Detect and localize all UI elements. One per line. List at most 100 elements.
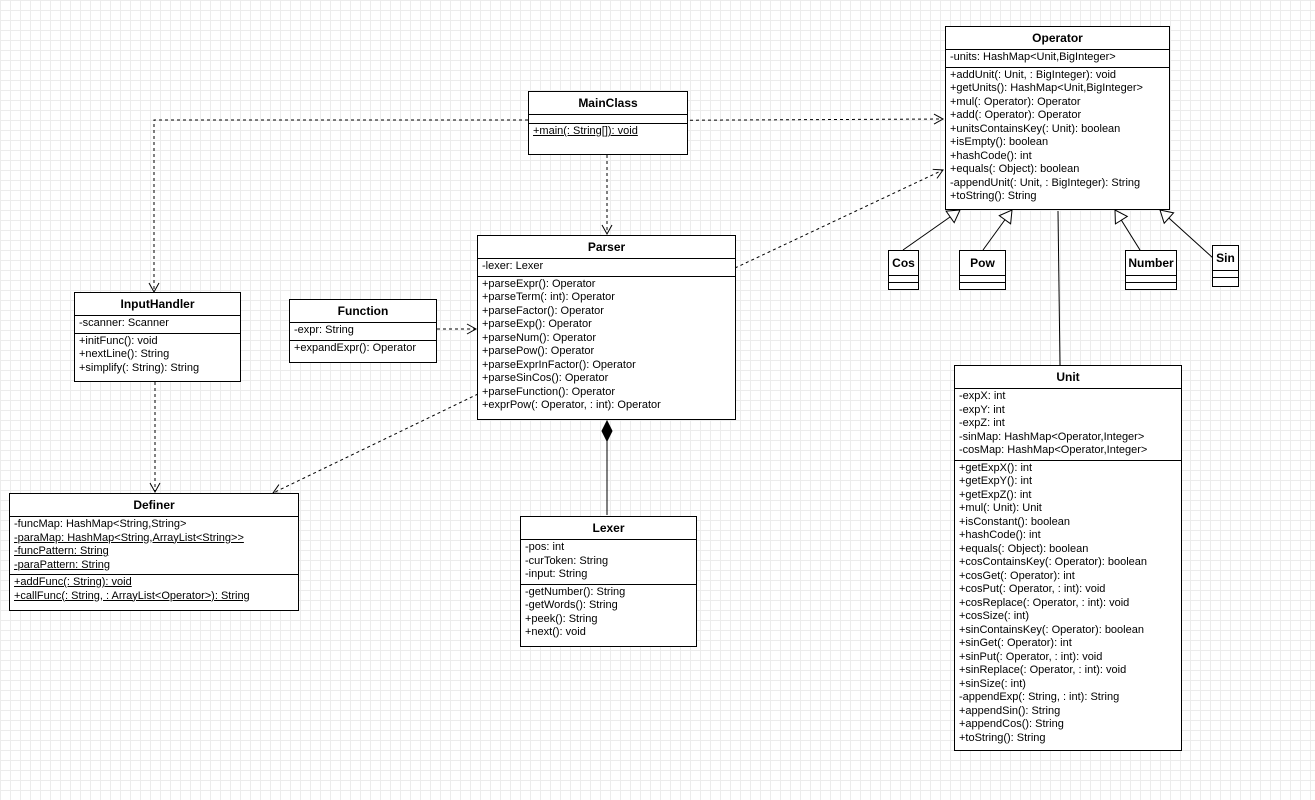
methods-section: -getNumber(): String -getWords(): String…	[521, 583, 696, 642]
method: +addFunc(: String): void	[14, 576, 132, 588]
method: +callFunc(: String, : ArrayList<Operator…	[14, 589, 250, 602]
method: +appendCos(): String	[959, 718, 1064, 730]
method: +hashCode(): int	[959, 529, 1041, 541]
attribute: -funcPattern: String	[14, 545, 109, 557]
attribute: -cosMap: HashMap<Operator,Integer>	[959, 444, 1148, 456]
attribute: -pos: int	[525, 541, 565, 553]
class-inputhandler[interactable]: InputHandler -scanner: Scanner +initFunc…	[74, 292, 241, 382]
method: +peek(): String	[525, 612, 598, 625]
method: +cosReplace(: Operator, : int): void	[959, 596, 1130, 609]
methods-section	[889, 282, 918, 289]
gen-number-operator	[1114, 209, 1141, 251]
attributes-section: -units: HashMap<Unit,BigInteger>	[946, 50, 1169, 67]
attribute: -expr: String	[294, 324, 354, 336]
methods-section: +getExpX(): int +getExpY(): int +getExpZ…	[955, 459, 1181, 748]
attribute: -curToken: String	[525, 554, 609, 567]
class-name: Number	[1126, 251, 1176, 276]
method: +cosGet(: Operator): int	[959, 569, 1075, 582]
attributes-section: -expX: int -expY: int -expZ: int -sinMap…	[955, 389, 1181, 460]
method: +sinPut(: Operator, : int): void	[959, 650, 1103, 663]
attribute: -expZ: int	[959, 417, 1005, 429]
method: +equals(: Object): boolean	[959, 542, 1089, 555]
attribute: -input: String	[525, 568, 588, 580]
method: +sinSize(: int)	[959, 677, 1026, 690]
method: +sinReplace(: Operator, : int): void	[959, 664, 1127, 676]
attribute: -units: HashMap<Unit,BigInteger>	[950, 51, 1116, 63]
class-sin[interactable]: Sin	[1212, 245, 1239, 287]
method: +sinGet(: Operator): int	[959, 637, 1072, 649]
method: +next(): void	[525, 626, 586, 638]
method: +getExpY(): int	[959, 475, 1033, 487]
attribute: -paraMap: HashMap<String,ArrayList<Strin…	[14, 531, 244, 544]
attribute: -funcMap: HashMap<String,String>	[14, 518, 187, 530]
method: +hashCode(): int	[950, 149, 1032, 162]
method: +unitsContainsKey(: Unit): boolean	[950, 122, 1121, 135]
class-name: Parser	[478, 236, 735, 259]
class-name: Operator	[946, 27, 1169, 50]
class-lexer[interactable]: Lexer -pos: int -curToken: String -input…	[520, 516, 697, 647]
method: -getWords(): String	[525, 599, 618, 611]
attributes-section: -funcMap: HashMap<String,String> -paraMa…	[10, 517, 298, 574]
method: +mul(: Unit): Unit	[959, 502, 1042, 514]
method: +getUnits(): HashMap<Unit,BigInteger>	[950, 82, 1143, 94]
attributes-section: -pos: int -curToken: String -input: Stri…	[521, 540, 696, 584]
attributes-section: -scanner: Scanner	[75, 316, 240, 333]
class-definer[interactable]: Definer -funcMap: HashMap<String,String>…	[9, 493, 299, 611]
method: +getExpX(): int	[959, 461, 1033, 474]
dep-mainclass-inputhandler	[148, 119, 528, 294]
method: +parseExpr(): Operator	[482, 277, 596, 290]
class-name: Function	[290, 300, 436, 323]
gen-pow-operator	[982, 209, 1013, 251]
method: +parseFactor(): Operator	[482, 304, 604, 317]
method: +parseExprInFactor(): Operator	[482, 358, 636, 371]
method: -appendUnit(: Unit, : BigInteger): Strin…	[950, 176, 1141, 189]
class-unit[interactable]: Unit -expX: int -expY: int -expZ: int -s…	[954, 365, 1182, 751]
class-name: Pow	[960, 251, 1005, 276]
method: +equals(: Object): boolean	[950, 163, 1080, 175]
methods-section: +initFunc(): void +nextLine(): String +s…	[75, 332, 240, 378]
class-operator[interactable]: Operator -units: HashMap<Unit,BigInteger…	[945, 26, 1170, 210]
method: +nextLine(): String	[79, 348, 170, 360]
methods-section: +main(: String[]): void	[529, 123, 687, 141]
method: +simplify(: String): String	[79, 361, 200, 374]
class-name: Lexer	[521, 517, 696, 540]
class-name: Unit	[955, 366, 1181, 389]
attribute: -scanner: Scanner	[79, 317, 169, 329]
method: +toString(): String	[950, 190, 1037, 202]
methods-section	[960, 282, 1005, 289]
method: +parseSinCos(): Operator	[482, 372, 609, 384]
method: +isConstant(): boolean	[959, 515, 1070, 528]
class-mainclass[interactable]: MainClass +main(: String[]): void	[528, 91, 688, 155]
class-name: Sin	[1213, 246, 1238, 271]
attribute: -expY: int	[959, 403, 1005, 416]
class-cos[interactable]: Cos	[888, 250, 919, 290]
methods-section: +addUnit(: Unit, : BigInteger): void +ge…	[946, 66, 1169, 206]
attribute: -sinMap: HashMap<Operator,Integer>	[959, 430, 1145, 443]
gen-cos-operator	[902, 209, 961, 251]
method: -getNumber(): String	[525, 585, 626, 598]
class-number[interactable]: Number	[1125, 250, 1177, 290]
method: +getExpZ(): int	[959, 488, 1032, 501]
class-name: Cos	[889, 251, 918, 276]
class-function[interactable]: Function -expr: String +expandExpr(): Op…	[289, 299, 437, 363]
dep-parser-definer	[272, 393, 479, 495]
attributes-section: -lexer: Lexer	[478, 259, 735, 276]
method: +expandExpr(): Operator	[294, 341, 416, 354]
class-pow[interactable]: Pow	[959, 250, 1006, 290]
method: +toString(): String	[959, 731, 1046, 744]
method: +parseTerm(: int): Operator	[482, 291, 615, 303]
method: +parseFunction(): Operator	[482, 385, 615, 398]
method: +isEmpty(): boolean	[950, 136, 1049, 148]
methods-section: +expandExpr(): Operator	[290, 339, 436, 358]
attributes-section: -expr: String	[290, 323, 436, 340]
class-name: InputHandler	[75, 293, 240, 316]
class-parser[interactable]: Parser -lexer: Lexer +parseExpr(): Opera…	[477, 235, 736, 420]
method: +cosPut(: Operator, : int): void	[959, 583, 1106, 595]
method: +parseNum(): Operator	[482, 331, 597, 344]
methods-section	[1126, 282, 1176, 289]
method: +cosSize(: int)	[959, 610, 1029, 622]
methods-section	[1213, 277, 1238, 284]
method: +add(: Operator): Operator	[950, 109, 1082, 121]
method: +sinContainsKey(: Operator): boolean	[959, 623, 1144, 636]
method: +parseExp(): Operator	[482, 318, 592, 330]
